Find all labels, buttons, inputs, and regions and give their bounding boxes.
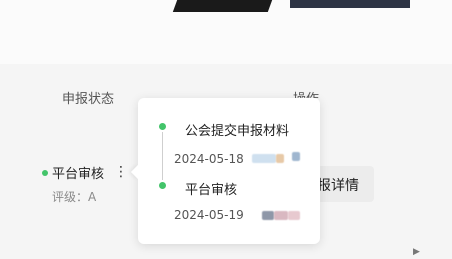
redacted-mark [288, 211, 300, 220]
status-cell: 平台审核 ⋮ [42, 163, 128, 182]
timeline-step-title: 公会提交申报材料 [185, 124, 290, 139]
header-decoration [172, 0, 273, 12]
column-header-status: 申报状态 [62, 92, 115, 107]
status-timeline-popover: 公会提交申报材料 2024-05-18 平台审核 2024-05-19 [130, 98, 320, 244]
redacted-mark [274, 211, 288, 220]
timeline-step-date: 2024-05-19 [174, 208, 244, 222]
header-corner-block [290, 0, 410, 8]
view-details-label: 报详情 [317, 178, 359, 194]
status-label: 平台审核 [52, 167, 105, 182]
scroll-right-icon[interactable]: ▶ [413, 247, 420, 257]
redacted-mark [262, 211, 274, 220]
more-kebab-icon[interactable]: ⋮ [114, 165, 128, 179]
grade-label: 评级：A [52, 190, 97, 204]
page-top-area [0, 0, 452, 64]
redacted-mark [252, 154, 276, 163]
status-dot-icon [42, 169, 48, 176]
redacted-mark [292, 152, 300, 161]
timeline-connector [162, 132, 163, 180]
redacted-mark [276, 154, 284, 163]
timeline-dot-icon [159, 123, 166, 130]
timeline-dot-icon [159, 182, 166, 189]
timeline-step-title: 平台审核 [185, 183, 238, 198]
timeline-step-date: 2024-05-18 [174, 152, 244, 166]
